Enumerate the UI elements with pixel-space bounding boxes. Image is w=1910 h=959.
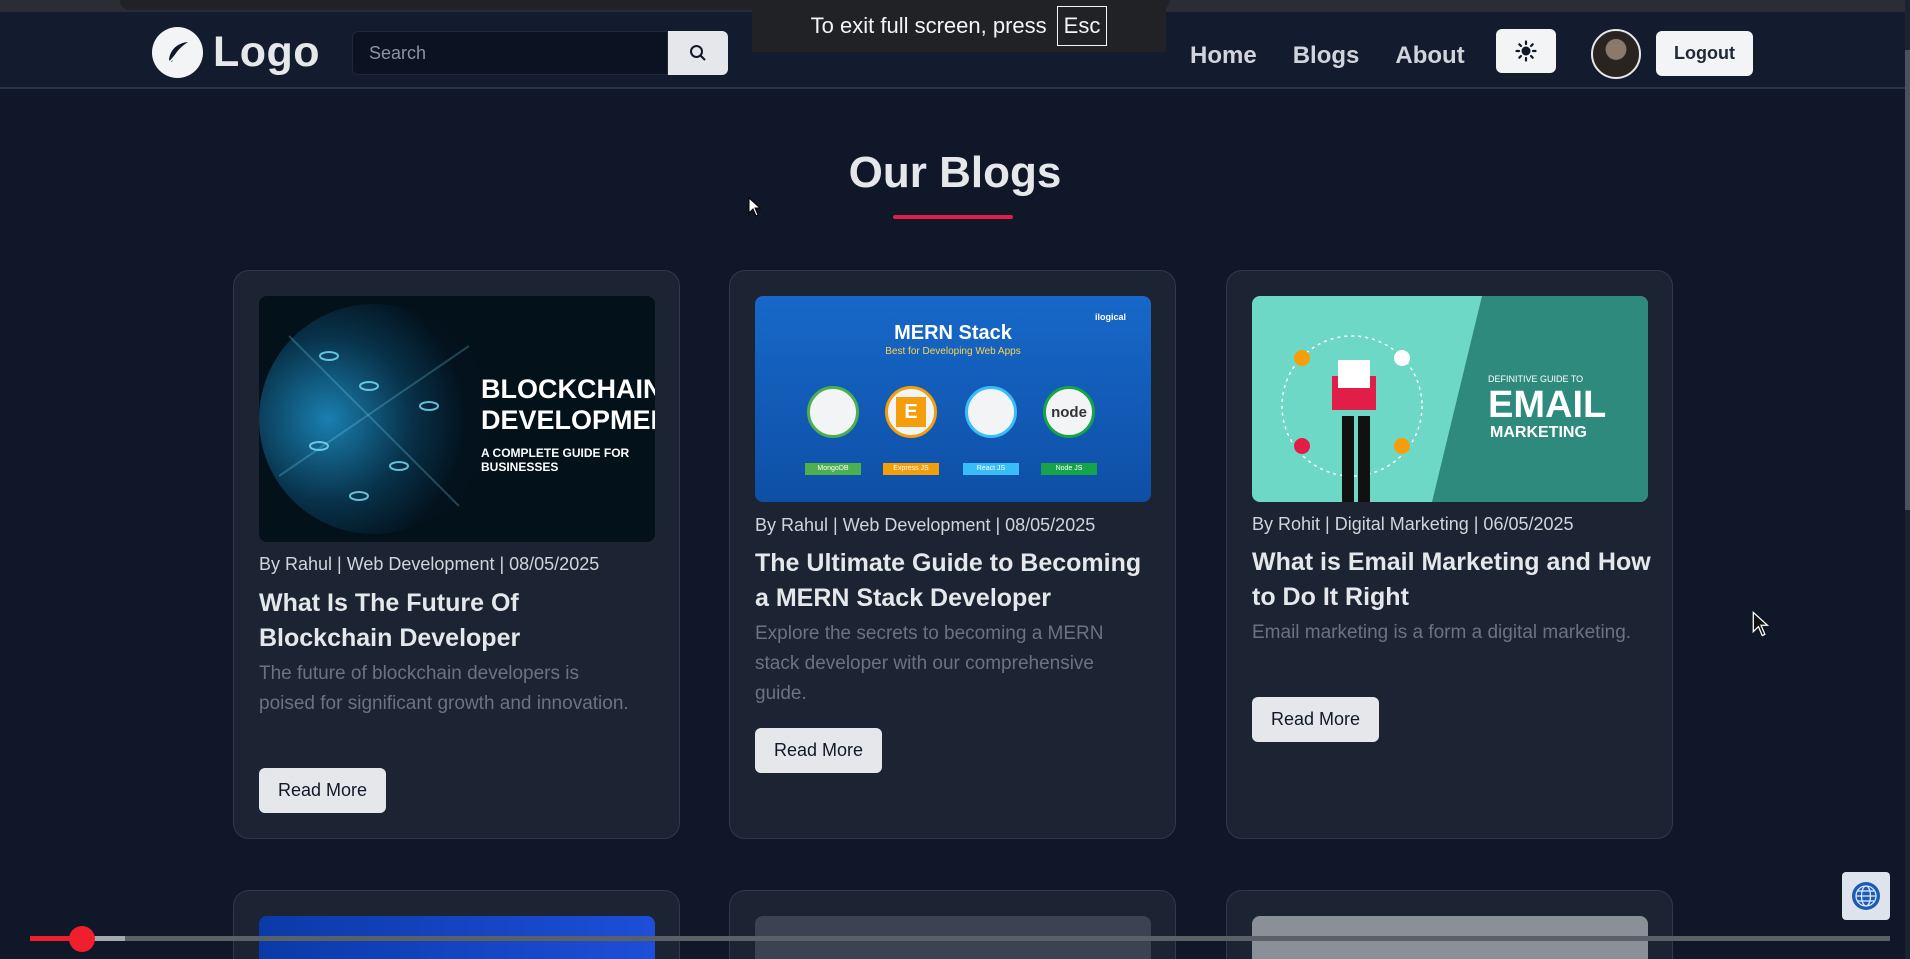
express-icon: E [885,386,937,438]
read-more-button[interactable]: Read More [755,728,882,773]
blog-card-image[interactable]: BLOCKCHAIN DEVELOPMENT A COMPLETE GUIDE … [259,296,655,542]
search-button[interactable] [668,31,728,75]
blog-card [1226,890,1673,959]
search-input[interactable] [352,31,668,75]
read-more-button[interactable]: Read More [1252,697,1379,742]
mongodb-icon [807,386,859,438]
stack-label: Express JS [883,463,939,475]
blog-meta: By Rohit | Digital Marketing | 06/05/202… [1252,514,1574,534]
feather-icon [152,27,203,78]
blog-card [729,890,1176,959]
node-icon: node [1043,386,1095,438]
stack-label: Node JS [1041,463,1097,475]
nav-blogs[interactable]: Blogs [1293,42,1360,70]
fullscreen-notice: To exit full screen, press Esc [752,0,1166,52]
blog-card: BLOCKCHAIN DEVELOPMENT A COMPLETE GUIDE … [233,270,680,839]
video-progress-bar[interactable] [30,936,1890,941]
blog-excerpt: Explore the secrets to becoming a MERN s… [755,623,1104,704]
blog-excerpt: The future of blockchain developers is p… [259,663,629,714]
stack-label: React JS [963,463,1019,475]
search-form [352,31,728,75]
blog-card-image[interactable]: DEFINITIVE GUIDE TO EMAIL MARKETING [1252,296,1648,502]
video-progress-handle[interactable] [69,926,96,952]
cursor-icon [748,197,762,217]
blog-meta: By Rahul | Web Development | 08/05/2025 [755,515,1096,535]
image-kicker: DEFINITIVE GUIDE TO [1488,374,1584,384]
image-heading: EMAIL [1488,384,1607,426]
logo-text: Logo [213,28,321,76]
stack-label: MongoDB [805,463,861,475]
nav-about[interactable]: About [1395,42,1464,70]
logout-button[interactable]: Logout [1656,31,1753,76]
image-heading: MERN Stack [894,322,1012,344]
blog-title[interactable]: The Ultimate Guide to Becoming a MERN St… [755,546,1155,616]
logo[interactable]: Logo [152,27,320,78]
theme-toggle-button[interactable] [1496,29,1556,73]
read-more-button[interactable]: Read More [259,768,386,813]
image-subheading: Best for Developing Web Apps [885,346,1021,357]
sun-icon [1515,40,1537,62]
blog-excerpt: Email marketing is a form a digital mark… [1252,622,1632,643]
esc-key: Esc [1056,6,1108,46]
blog-title[interactable]: What is Email Marketing and How to Do It… [1252,545,1652,615]
image-heading: BLOCKCHAIN DEVELOPMENT [481,374,655,435]
react-icon [965,386,1017,438]
image-brand: ilogical [1095,312,1127,322]
fullscreen-notice-text: To exit full screen, press [810,13,1047,38]
nav-home[interactable]: Home [1190,42,1257,70]
search-icon [690,45,706,61]
blog-meta: By Rahul | Web Development | 08/05/2025 [259,554,600,574]
cursor-icon [1752,611,1770,637]
globe-icon[interactable] [1842,872,1890,920]
blog-card: DEFINITIVE GUIDE TO EMAIL MARKETING By R… [1226,270,1673,839]
image-subheading: MARKETING [1490,424,1587,441]
blog-title[interactable]: What Is The Future Of Blockchain Develop… [259,586,659,656]
title-underline [893,215,1013,219]
blog-card-image[interactable]: MERN Stack Best for Developing Web Apps … [755,296,1151,502]
blog-card [233,890,680,959]
page-title: Our Blogs [848,148,1062,197]
image-subheading: A COMPLETE GUIDE FOR BUSINESSES [481,446,630,474]
blog-card: MERN Stack Best for Developing Web Apps … [729,270,1176,839]
avatar[interactable] [1591,29,1641,79]
scrollbar-thumb[interactable] [1905,50,1910,510]
nav-links: Home Blogs About [1190,42,1465,70]
